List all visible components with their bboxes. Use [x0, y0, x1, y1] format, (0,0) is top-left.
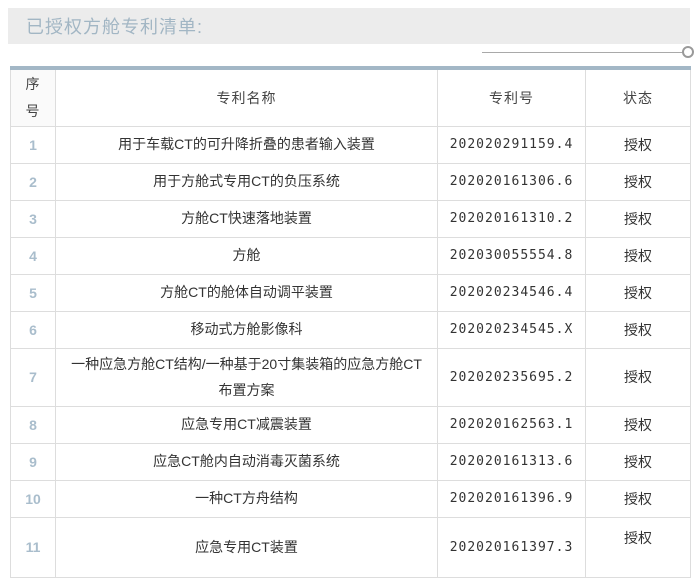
- status-cell: 授权: [586, 163, 691, 200]
- status-cell: 授权: [586, 443, 691, 480]
- status-cell: 授权: [586, 517, 691, 577]
- patent-number-cell: 202020161396.9: [438, 480, 586, 517]
- table-row: 8应急专用CT减震装置202020162563.1授权: [11, 406, 691, 443]
- patent-number-cell: 202030055554.8: [438, 237, 586, 274]
- patent-name-cell: 用于方舱式专用CT的负压系统: [56, 163, 438, 200]
- patent-name-cell: 一种应急方舱CT结构/一种基于20寸集装箱的应急方舱CT布置方案: [56, 348, 438, 406]
- table-row: 11应急专用CT装置202020161397.3授权: [11, 517, 691, 577]
- patent-number-cell: 202020161397.3: [438, 517, 586, 577]
- row-number-cell: 8: [11, 406, 56, 443]
- row-number-cell: 5: [11, 274, 56, 311]
- patent-number-cell: 202020234546.4: [438, 274, 586, 311]
- patent-number-cell: 202020291159.4: [438, 126, 586, 163]
- table-row: 4方舱202030055554.8授权: [11, 237, 691, 274]
- table-row: 5方舱CT的舱体自动调平装置202020234546.4授权: [11, 274, 691, 311]
- patent-name-cell: 方舱CT的舱体自动调平装置: [56, 274, 438, 311]
- status-cell: 授权: [586, 311, 691, 348]
- row-number-cell: 7: [11, 348, 56, 406]
- row-number-cell: 1: [11, 126, 56, 163]
- patent-name-cell: 应急CT舱内自动消毒灭菌系统: [56, 443, 438, 480]
- status-cell: 授权: [586, 480, 691, 517]
- header-cell-status: 状态: [586, 68, 691, 126]
- patent-name-cell: 应急专用CT减震装置: [56, 406, 438, 443]
- row-number-cell: 3: [11, 200, 56, 237]
- row-number-cell: 6: [11, 311, 56, 348]
- slider-track[interactable]: [482, 52, 683, 53]
- header-cell-number: 专利号: [438, 68, 586, 126]
- header-cell-name: 专利名称: [56, 68, 438, 126]
- patent-number-cell: 202020162563.1: [438, 406, 586, 443]
- patent-name-cell: 用于车载CT的可升降折叠的患者输入装置: [56, 126, 438, 163]
- patent-number-cell: 202020161313.6: [438, 443, 586, 480]
- table-row: 9应急CT舱内自动消毒灭菌系统202020161313.6授权: [11, 443, 691, 480]
- patent-table-body: 1用于车载CT的可升降折叠的患者输入装置202020291159.4授权2用于方…: [11, 126, 691, 577]
- page-title: 已授权方舱专利清单:: [26, 13, 203, 39]
- patent-name-cell: 方舱CT快速落地装置: [56, 200, 438, 237]
- patent-number-cell: 202020234545.X: [438, 311, 586, 348]
- row-number-cell: 4: [11, 237, 56, 274]
- table-row: 6移动式方舱影像科202020234545.X授权: [11, 311, 691, 348]
- table-row: 2用于方舱式专用CT的负压系统202020161306.6授权: [11, 163, 691, 200]
- table-row: 1用于车载CT的可升降折叠的患者输入装置202020291159.4授权: [11, 126, 691, 163]
- table-row: 3方舱CT快速落地装置202020161310.2授权: [11, 200, 691, 237]
- patent-name-cell: 应急专用CT装置: [56, 517, 438, 577]
- patent-name-cell: 移动式方舱影像科: [56, 311, 438, 348]
- status-cell: 授权: [586, 126, 691, 163]
- patent-name-cell: 一种CT方舟结构: [56, 480, 438, 517]
- horizontal-slider[interactable]: [482, 46, 694, 59]
- status-cell: 授权: [586, 406, 691, 443]
- patent-table-header: 序号 专利名称 专利号 状态: [11, 68, 691, 126]
- status-cell: 授权: [586, 274, 691, 311]
- row-number-cell: 10: [11, 480, 56, 517]
- patent-number-cell: 202020161310.2: [438, 200, 586, 237]
- patent-number-cell: 202020161306.6: [438, 163, 586, 200]
- slider-handle-icon[interactable]: [682, 46, 694, 58]
- row-number-cell: 11: [11, 517, 56, 577]
- header-cell-no: 序号: [11, 68, 56, 126]
- patent-number-cell: 202020235695.2: [438, 348, 586, 406]
- patent-name-cell: 方舱: [56, 237, 438, 274]
- row-number-cell: 9: [11, 443, 56, 480]
- table-row: 7一种应急方舱CT结构/一种基于20寸集装箱的应急方舱CT布置方案2020202…: [11, 348, 691, 406]
- patent-table: 序号 专利名称 专利号 状态 1用于车载CT的可升降折叠的患者输入装置20202…: [10, 66, 691, 578]
- status-cell: 授权: [586, 237, 691, 274]
- status-cell: 授权: [586, 200, 691, 237]
- table-row: 10一种CT方舟结构202020161396.9授权: [11, 480, 691, 517]
- section-banner: 已授权方舱专利清单:: [8, 8, 690, 44]
- row-number-cell: 2: [11, 163, 56, 200]
- status-cell: 授权: [586, 348, 691, 406]
- header-row: 序号 专利名称 专利号 状态: [11, 68, 691, 126]
